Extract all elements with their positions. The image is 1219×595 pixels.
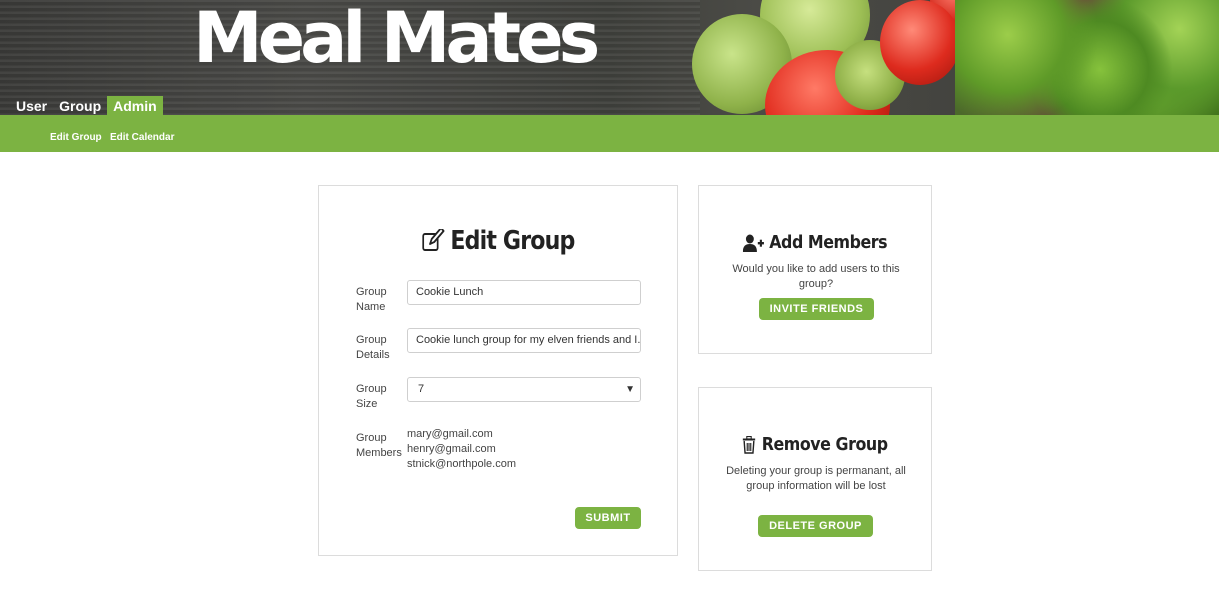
remove-group-title: Remove Group bbox=[761, 434, 888, 455]
edit-group-heading: Edit Group bbox=[346, 226, 650, 256]
group-name-label: Group Name bbox=[356, 285, 406, 315]
label-line: Members bbox=[356, 447, 402, 459]
lettuce-image bbox=[955, 0, 1219, 116]
label-line: Name bbox=[356, 301, 386, 313]
add-members-description: Would you like to add users to this grou… bbox=[719, 262, 913, 292]
main-nav: User Group Admin bbox=[10, 96, 163, 116]
header-banner: Meal Mates User Group Admin bbox=[0, 0, 1219, 116]
group-members-label: Group Members bbox=[356, 431, 406, 461]
add-members-card: Add Members Would you like to add users … bbox=[698, 185, 932, 354]
group-details-label: Group Details bbox=[356, 333, 406, 363]
user-plus-icon bbox=[742, 234, 764, 252]
member-email: henry@gmail.com bbox=[407, 443, 496, 455]
nav-item-group[interactable]: Group bbox=[53, 96, 107, 116]
member-email: stnick@northpole.com bbox=[407, 458, 516, 470]
label-line: Size bbox=[356, 398, 378, 410]
subnav-item-edit-group[interactable]: Edit Group bbox=[50, 132, 102, 143]
add-members-heading: Add Members bbox=[713, 232, 917, 253]
description-line: group? bbox=[798, 278, 834, 290]
nav-item-admin[interactable]: Admin bbox=[107, 96, 163, 116]
add-members-title: Add Members bbox=[769, 232, 888, 253]
group-size-label: Group Size bbox=[356, 382, 406, 412]
delete-group-button[interactable]: DELETE GROUP bbox=[758, 515, 873, 537]
remove-group-description: Deleting your group is permanant, all gr… bbox=[719, 464, 913, 494]
edit-group-card: Edit Group Group Name Cookie Lunch Group… bbox=[318, 185, 678, 556]
group-size-value: 7 bbox=[418, 383, 425, 395]
label-line: Group bbox=[356, 334, 387, 346]
edit-group-title: Edit Group bbox=[450, 226, 575, 256]
member-email: mary@gmail.com bbox=[407, 428, 493, 440]
group-name-input[interactable]: Cookie Lunch bbox=[407, 280, 641, 305]
submit-button[interactable]: SUBMIT bbox=[575, 507, 641, 529]
group-members-list: mary@gmail.com henry@gmail.com stnick@no… bbox=[407, 427, 516, 472]
description-line: Would you like to add users to this bbox=[732, 263, 900, 275]
label-line: Group bbox=[356, 432, 387, 444]
tomato-image bbox=[880, 0, 960, 85]
trash-icon bbox=[743, 435, 756, 454]
nav-item-user[interactable]: User bbox=[10, 96, 53, 116]
description-line: group information will be lost bbox=[746, 480, 886, 492]
label-line: Group bbox=[356, 286, 387, 298]
edit-icon bbox=[422, 229, 445, 251]
remove-group-card: Remove Group Deleting your group is perm… bbox=[698, 387, 932, 571]
dropdown-arrow-icon: ▼ bbox=[625, 384, 635, 395]
description-line: Deleting your group is permanant, all bbox=[726, 465, 906, 477]
subnav-item-edit-calendar[interactable]: Edit Calendar bbox=[110, 132, 174, 143]
app-title: Meal Mates bbox=[193, 0, 600, 79]
sub-nav: Edit Group Edit Calendar bbox=[0, 115, 1219, 152]
group-details-input[interactable]: Cookie lunch group for my elven friends … bbox=[407, 328, 641, 353]
label-line: Details bbox=[356, 349, 390, 361]
remove-group-heading: Remove Group bbox=[713, 434, 917, 455]
invite-friends-button[interactable]: INVITE FRIENDS bbox=[759, 298, 874, 320]
label-line: Group bbox=[356, 383, 387, 395]
group-size-select[interactable]: 7 ▼ bbox=[407, 377, 641, 402]
